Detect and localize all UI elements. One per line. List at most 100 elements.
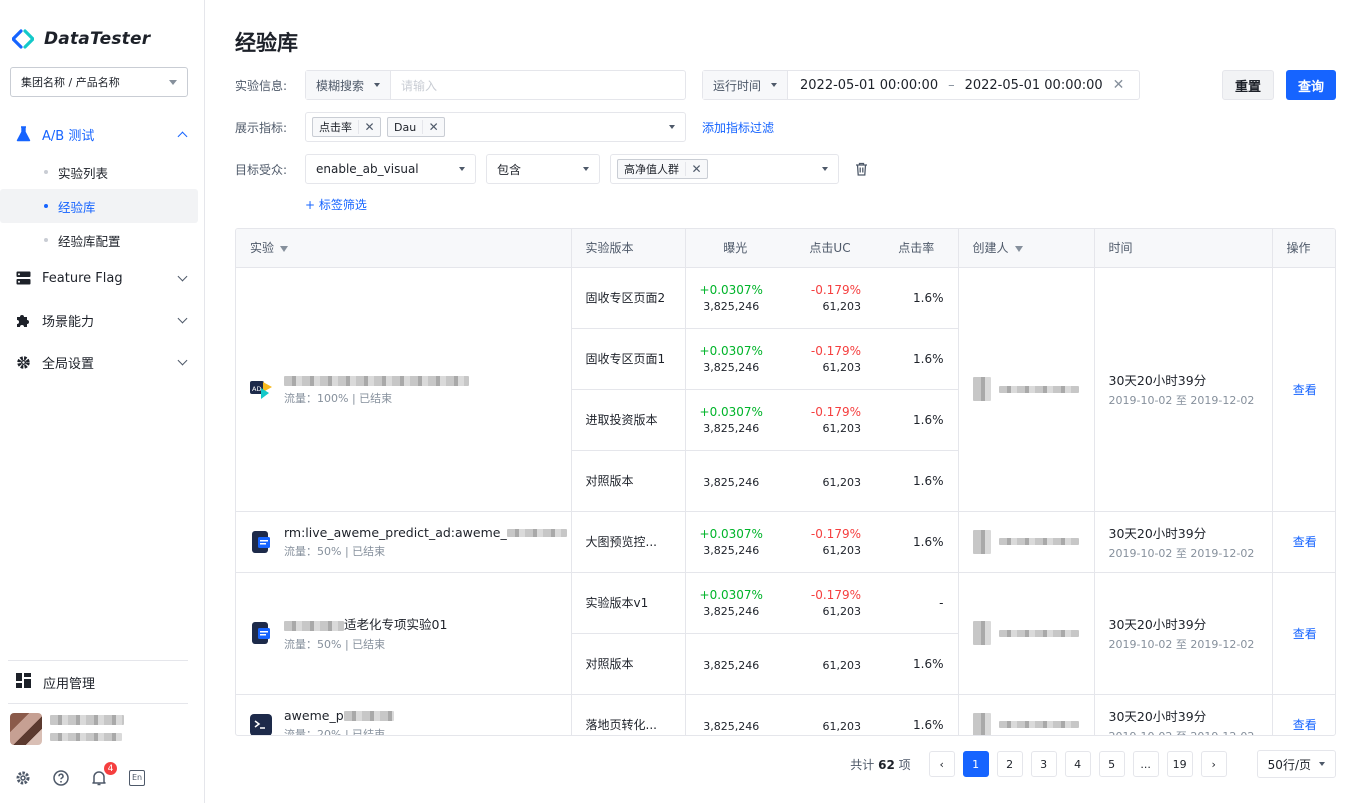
filter-row-metrics: 展示指标: 点击率 ✕ Dau ✕ 添加指标过滤 <box>235 112 1336 142</box>
sidebar-item-experiment-list[interactable]: 实验列表 <box>0 155 198 189</box>
col-experiment[interactable]: 实验 <box>236 229 572 268</box>
query-button[interactable]: 查询 <box>1285 70 1336 100</box>
click-uc-cell: -0.179% 61,203 <box>785 267 875 329</box>
click-uc-cell: -0.179% 61,203 <box>785 572 875 634</box>
search-input[interactable]: 请输入 <box>391 77 437 94</box>
date-range: 2019-10-02 至 2019-12-02 <box>1108 394 1255 407</box>
experiment-cell[interactable]: AD 流量：100% | 已结束 <box>236 267 572 512</box>
view-link[interactable]: 查看 <box>1272 511 1335 573</box>
audience-field-select[interactable]: enable_ab_visual <box>305 154 476 184</box>
time-cell: 30天20小时39分 2019-10-02 至 2019-12-02 <box>1094 267 1273 512</box>
metric-tag-label: Dau <box>394 120 417 134</box>
experiment-cell[interactable]: 适老化专项实验01 流量：50% | 已结束 <box>236 572 572 695</box>
click-uc-delta: -0.179% <box>810 343 861 358</box>
add-metric-filter-link[interactable]: 添加指标过滤 <box>702 119 774 136</box>
page-button[interactable]: 4 <box>1064 751 1091 777</box>
chevron-down-icon <box>1319 762 1325 766</box>
experiment-name: rm:live_aweme_predict_ad:aweme_ <box>284 525 567 540</box>
sidebar-item-library-config[interactable]: 经验库配置 <box>0 223 198 257</box>
reset-button[interactable]: 重置 <box>1221 70 1274 100</box>
language-icon[interactable]: En <box>128 769 146 787</box>
nav-scenario[interactable]: 场景能力 <box>0 299 204 341</box>
redacted-text <box>506 529 567 537</box>
table-body: AD 流量：100% | 已结束 固收专区页面2 +0.0307% 3,825,… <box>236 267 1335 736</box>
nav-scenario-label: 场景能力 <box>42 314 95 330</box>
gear-icon <box>15 354 31 370</box>
table-row: rm:live_aweme_predict_ad:aweme_ 流量：50% |… <box>236 511 1335 573</box>
date-range: 2019-10-02 至 2019-12-02 <box>1108 546 1255 560</box>
page-button[interactable]: 3 <box>1030 751 1057 777</box>
page-ellipsis[interactable]: ... <box>1132 751 1159 777</box>
nav-feature-flag[interactable]: Feature Flag <box>0 257 204 299</box>
ctr-cell: 1.6% <box>875 328 959 390</box>
metric-tag-label: 点击率 <box>319 121 352 134</box>
chevron-down-icon <box>374 83 381 87</box>
experiment-meta: 流量：20% | 已结束 <box>284 727 386 736</box>
user-profile[interactable] <box>0 704 204 754</box>
prev-page-button[interactable]: ‹ <box>928 751 955 777</box>
col-creator[interactable]: 创建人 <box>958 229 1095 268</box>
time-mode-select[interactable]: 运行时间 <box>703 71 789 99</box>
date-range: 2019-10-02 至 2019-12-02 <box>1108 729 1255 736</box>
settings-icon[interactable] <box>14 769 32 787</box>
experience-table: 实验 实验版本 曝光 点击UC 点击率 创建人 时间 操作 AD 流量：100%… <box>235 228 1336 736</box>
page-button[interactable]: 5 <box>1098 751 1125 777</box>
server-icon <box>15 270 31 286</box>
notification-badge: 4 <box>103 761 118 776</box>
exposure-delta: +0.0307% <box>699 282 763 297</box>
sidebar-item-experience-library[interactable]: 经验库 <box>0 189 198 223</box>
delete-icon[interactable] <box>855 162 868 176</box>
svg-text:AD: AD <box>252 385 261 393</box>
page-button[interactable]: 1 <box>962 751 989 777</box>
experiment-cell[interactable]: rm:live_aweme_predict_ad:aweme_ 流量：50% |… <box>236 511 572 573</box>
click-uc-cell: -0.179% 61,203 <box>785 389 875 451</box>
view-link[interactable]: 查看 <box>1272 694 1335 735</box>
col-exposure: 曝光 <box>685 229 785 268</box>
ctr-cell: 1.6% <box>875 511 959 573</box>
audience-value-select[interactable]: 高净值人群 ✕ <box>610 154 839 184</box>
user-info <box>50 714 124 745</box>
page-title: 经验库 <box>235 31 298 55</box>
filter-label: 目标受众: <box>235 162 288 177</box>
close-icon[interactable]: ✕ <box>422 120 444 134</box>
nav-ab-test[interactable]: A/B 测试 <box>0 113 204 155</box>
page-button[interactable]: 19 <box>1166 751 1193 777</box>
experiment-search: 模糊搜索 请输入 <box>305 70 686 100</box>
date-range-picker[interactable]: 2022-05-01 00:00:00 – 2022-05-01 00:00:0… <box>788 71 1136 99</box>
filter-icon[interactable] <box>280 245 289 252</box>
footer-toolbar: 4 En <box>0 754 204 802</box>
project-select[interactable]: 集团名称 / 产品名称 <box>10 67 188 97</box>
nav-global-settings[interactable]: 全局设置 <box>0 341 204 383</box>
nav-ab-test-label: A/B 测试 <box>42 128 95 144</box>
next-page-button[interactable]: › <box>1200 751 1227 777</box>
clear-icon[interactable]: ✕ <box>1113 77 1125 93</box>
duration: 30天20小时39分 <box>1108 525 1207 541</box>
close-icon[interactable]: ✕ <box>685 162 707 176</box>
app-management[interactable]: 应用管理 <box>0 661 204 703</box>
view-link[interactable]: 查看 <box>1272 267 1335 512</box>
click-uc-cell: -0.179% 61,203 <box>785 511 875 573</box>
time-cell: 30天20小时39分 2019-10-02 至 2019-12-02 <box>1094 511 1273 573</box>
chevron-down-icon <box>177 355 188 365</box>
view-link[interactable]: 查看 <box>1272 572 1335 695</box>
experiment-cell[interactable]: aweme_p 流量：20% | 已结束 <box>236 694 572 736</box>
total-suffix: 项 <box>898 757 911 772</box>
bell-icon[interactable]: 4 <box>90 761 118 787</box>
filter-icon[interactable] <box>1014 245 1023 252</box>
start-time: 2022-05-01 00:00:00 <box>800 77 939 93</box>
audience-operator-select[interactable]: 包含 <box>486 154 600 184</box>
exposure-cell: +0.0307% 3,825,246 <box>685 328 785 390</box>
page-button[interactable]: 2 <box>996 751 1023 777</box>
creator-name <box>998 721 1079 728</box>
search-mode-select[interactable]: 模糊搜索 <box>306 71 392 99</box>
filter-label: 展示指标: <box>235 120 288 135</box>
add-tag-filter-link[interactable]: + 标签筛选 <box>305 196 1336 213</box>
duration: 30天20小时39分 <box>1108 617 1207 632</box>
exposure-cell: +0.0307% 3,825,246 <box>685 267 785 329</box>
help-icon[interactable] <box>52 769 70 787</box>
page-size-select[interactable]: 50行/页 <box>1256 750 1336 778</box>
filter-label: 实验信息: <box>235 78 288 93</box>
table-row: aweme_p 流量：20% | 已结束 落地页转化... 3,825,246 … <box>236 694 1335 736</box>
close-icon[interactable]: ✕ <box>358 120 380 134</box>
metric-select[interactable]: 点击率 ✕ Dau ✕ <box>305 112 686 142</box>
